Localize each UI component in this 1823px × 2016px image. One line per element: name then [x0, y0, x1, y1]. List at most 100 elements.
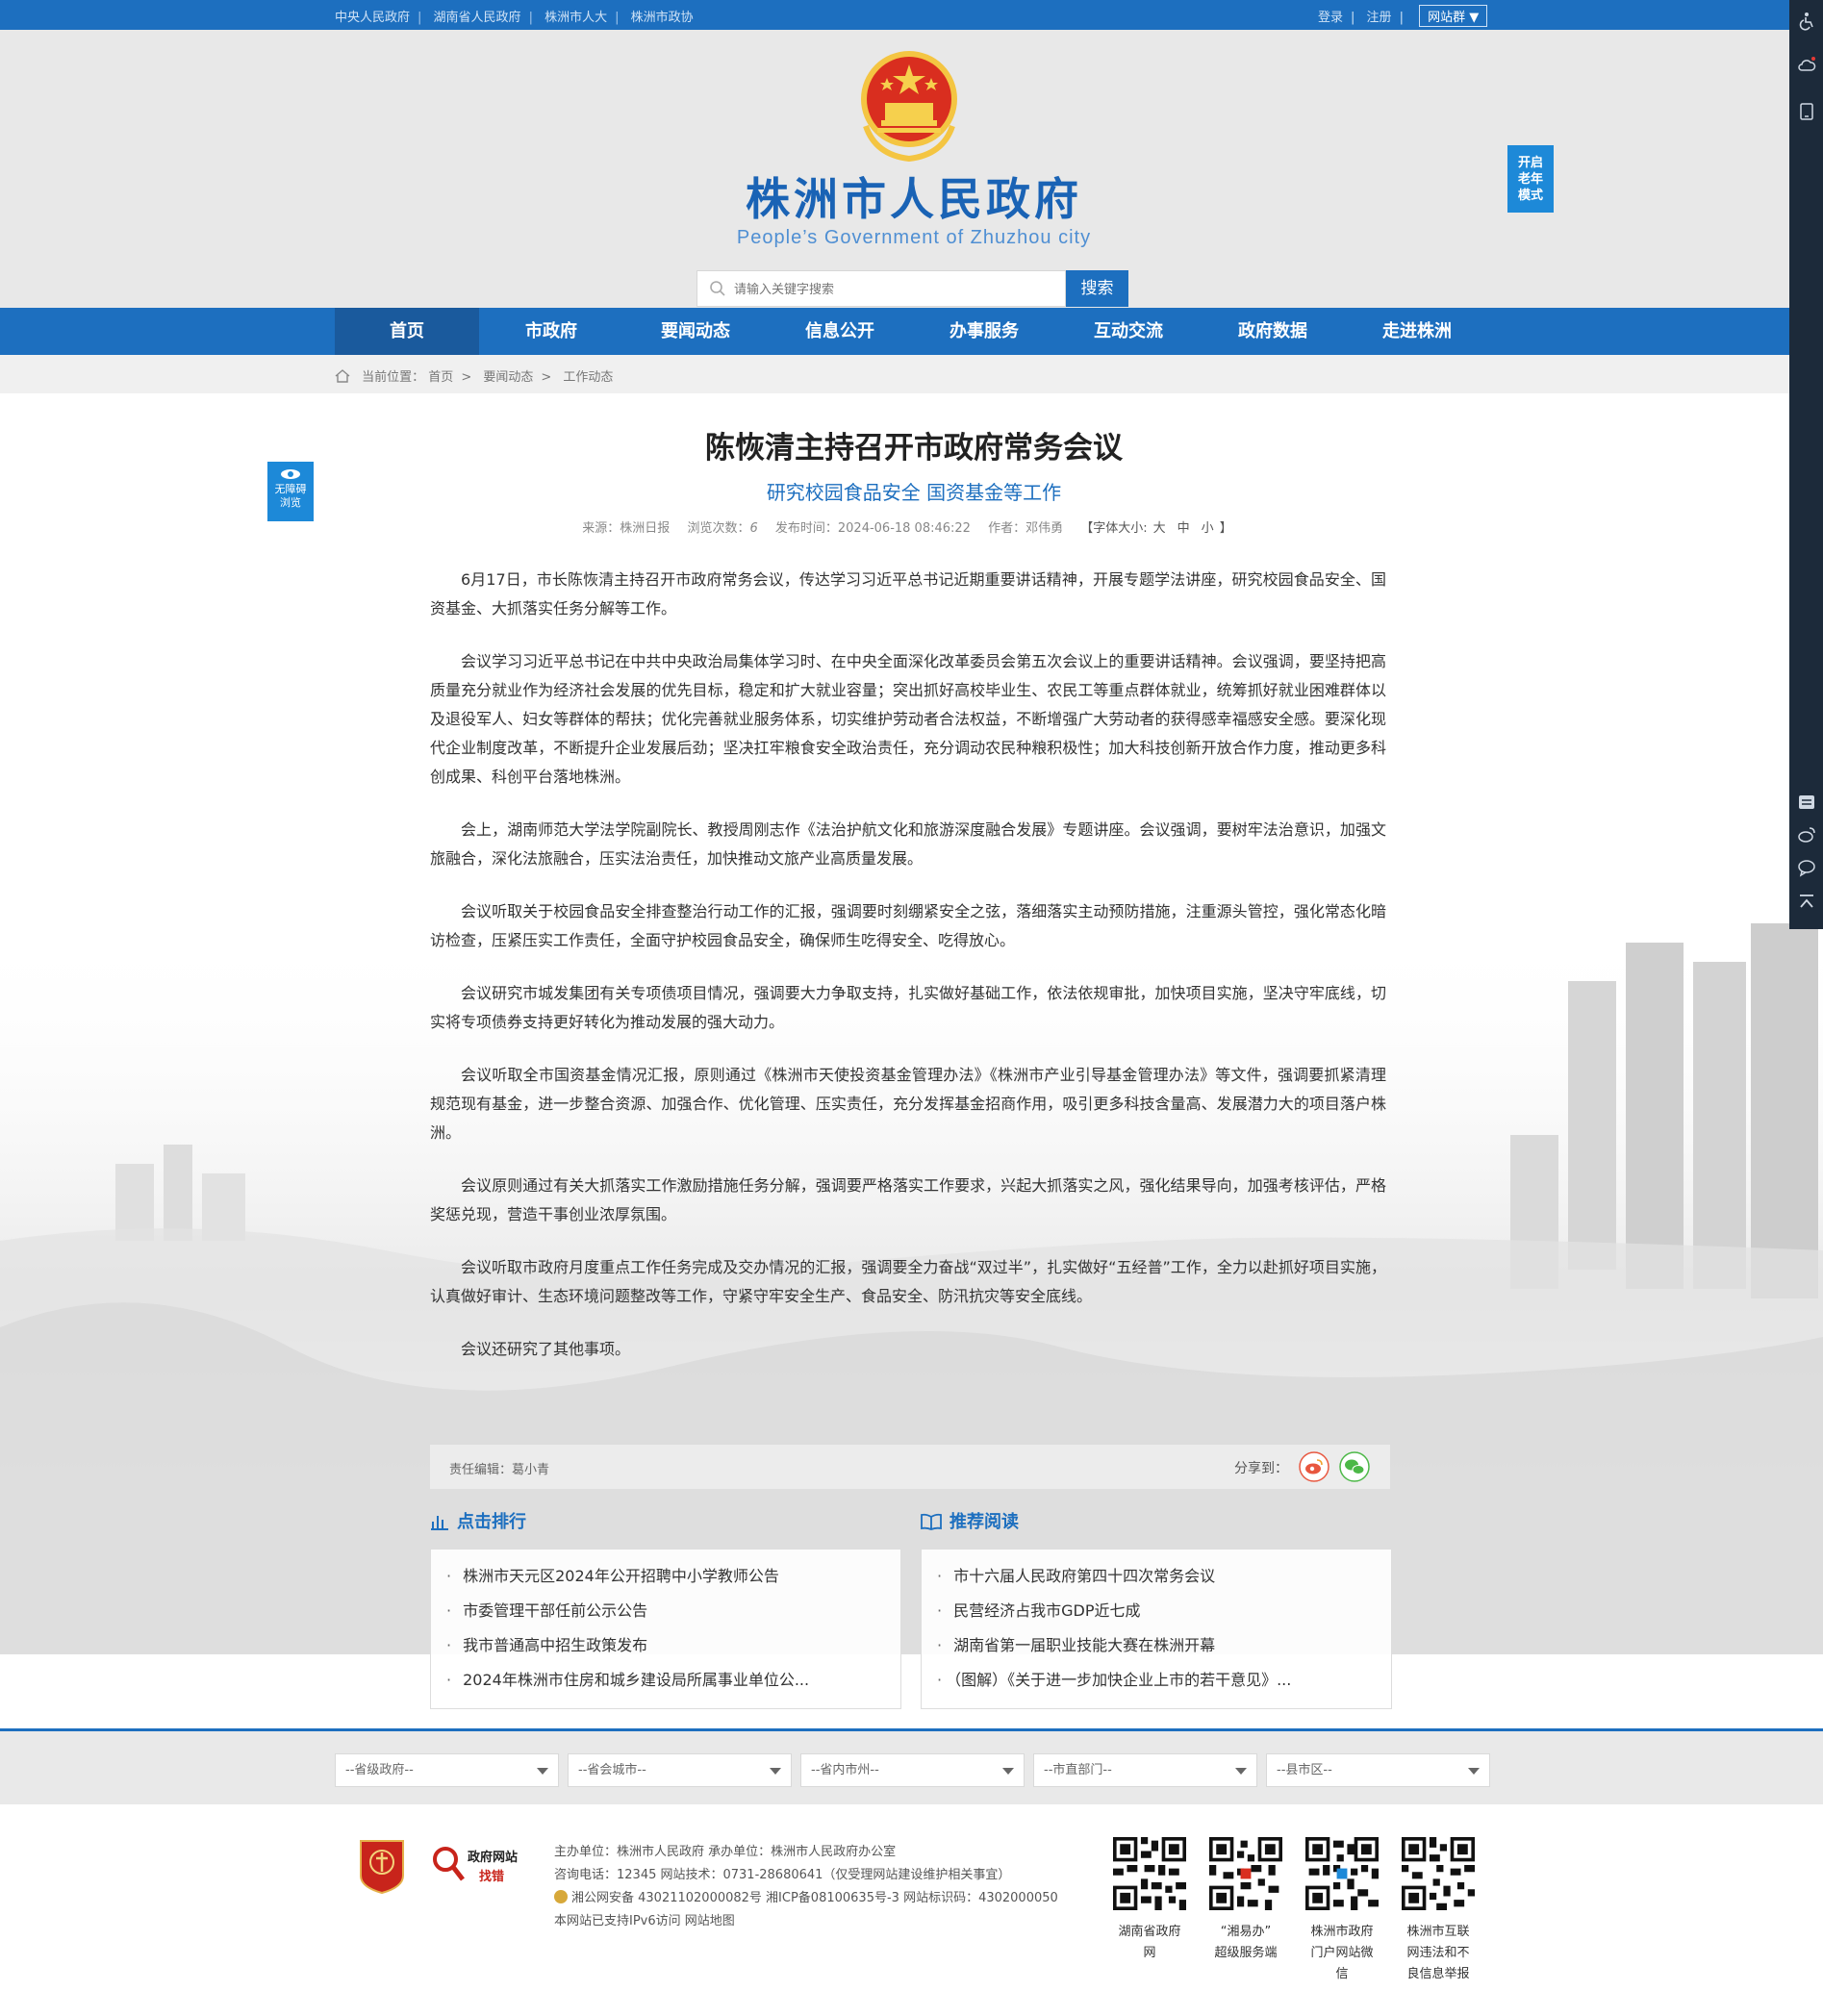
font-size-medium[interactable]: 中 — [1177, 521, 1190, 536]
book-icon — [921, 1513, 942, 1530]
recommended-list: 市十六届人民政府第四十四次常务会议 民营经济占我市GDP近七成 湖南省第一届职业… — [921, 1549, 1392, 1709]
breadcrumb-news[interactable]: 要闻动态 — [483, 370, 533, 385]
bar-chart-icon — [431, 1516, 448, 1530]
qr-caption-line: “湘易办” — [1220, 1925, 1272, 1939]
caret-down-icon — [770, 1768, 781, 1775]
article-paragraph: 会上，湖南师范大学法学院副院长、教授周刚志作《法治护航文化和旅游深度融合发展》专… — [430, 820, 1386, 868]
link-zhuzhou-npc[interactable]: 株洲市人大 — [544, 11, 607, 25]
nav-services[interactable]: 办事服务 — [912, 308, 1056, 355]
qr-caption-line: 网 — [1143, 1946, 1156, 1960]
cloud-icon[interactable] — [1797, 56, 1816, 75]
article-paragraph: 会议研究市城发集团有关专项债项目情况，强调要大力争取支持，扎实做好基础工作，依法… — [430, 984, 1386, 1031]
article-paragraph: 会议听取市政府月度重点工作任务完成及交办情况的汇报，强调要全力奋战“双过半”，扎… — [430, 1258, 1386, 1305]
eye-icon — [281, 469, 300, 479]
qr-caption-line: 网违法和不 — [1406, 1946, 1470, 1960]
tablet-icon[interactable] — [1797, 102, 1816, 121]
article-views: 浏览次数：6 — [687, 521, 757, 536]
article-paragraph: 会议听取关于校园食品安全排查整治行动工作的汇报，强调要时刻绷紧安全之弦，落细落实… — [430, 902, 1386, 949]
caret-down-icon — [1002, 1768, 1014, 1775]
site-group-dropdown[interactable]: 网站群 ▼ — [1419, 5, 1488, 27]
elder-mode-line-3: 模式 — [1517, 189, 1543, 203]
list-item[interactable]: 2024年株洲市住房和城乡建设局所属事业单位公... — [446, 1663, 900, 1698]
footer-registration-text: 湘公网安备 43021102000082号 湘ICP备08100635号-3 网… — [571, 1891, 1058, 1905]
font-size-small[interactable]: 小 — [1202, 521, 1214, 536]
site-title: 株洲市人民政府 — [746, 173, 1082, 225]
search-button[interactable]: 搜索 — [1066, 270, 1128, 307]
news-icon[interactable] — [1797, 793, 1816, 812]
caret-down-icon: ▼ — [1469, 11, 1480, 25]
qr-code-xiangyiban — [1209, 1837, 1282, 1910]
qr-code-hunan-gov — [1113, 1837, 1186, 1910]
qr-caption-line: 株洲市互联 — [1406, 1925, 1470, 1939]
footer-organizer: 主办单位：株洲市人民政府 承办单位：株洲市人民政府办公室 — [554, 1845, 897, 1859]
select-value: --省会城市-- — [578, 1763, 646, 1777]
article-paragraph: 会议听取全市国资基金情况汇报，原则通过《株洲市天使投资基金管理办法》《株洲市产业… — [430, 1066, 1386, 1142]
list-item[interactable]: 湖南省第一届职业技能大赛在株洲开幕 — [937, 1628, 1391, 1663]
wechat-icon[interactable] — [1339, 1451, 1370, 1482]
qr-caption-report-center: 株洲市互联 网违法和不 良信息举报 — [1395, 1922, 1481, 1985]
top-links-bar: 中央人民政府 | 湖南省人民政府 | 株洲市人大 | 株洲市政协 登录 | 注册 | 网站… — [0, 0, 1789, 30]
nav-about-zhuzhou[interactable]: 走进株洲 — [1345, 308, 1489, 355]
select-value: --市直部门-- — [1044, 1763, 1112, 1777]
recommended-title: 推荐阅读 — [921, 1508, 1019, 1533]
magnifier-icon — [433, 1847, 465, 1881]
list-item[interactable]: 市委管理干部任前公示公告 — [446, 1594, 900, 1628]
font-size-controls: 【字体大小: 大中小】 — [1080, 521, 1231, 536]
select-capital-cities[interactable]: --省会城市-- — [568, 1753, 792, 1787]
qr-caption-line: 良信息举报 — [1406, 1967, 1470, 1981]
qr-caption-line: 株洲市政府 — [1310, 1925, 1374, 1939]
account-links: 登录 | 注册 | 网站群 ▼ — [1318, 5, 1488, 27]
select-counties[interactable]: --县市区-- — [1266, 1753, 1490, 1787]
nav-gov-data[interactable]: 政府数据 — [1201, 308, 1345, 355]
qr-code-gov-wechat — [1305, 1837, 1379, 1910]
right-toolbar — [1789, 0, 1823, 929]
back-to-top-icon[interactable] — [1797, 893, 1816, 912]
register-link[interactable]: 注册 — [1367, 11, 1392, 25]
select-province-cities[interactable]: --省内市州-- — [800, 1753, 1025, 1787]
nav-news[interactable]: 要闻动态 — [623, 308, 768, 355]
nav-home[interactable]: 首页 — [335, 308, 479, 355]
link-hunan-gov[interactable]: 湖南省人民政府 — [434, 11, 521, 25]
article-paragraph: 6月17日，市长陈恢清主持召开市政府常务会议，传达学习习近平总书记近期重要讲话精… — [430, 570, 1386, 617]
caret-down-icon — [537, 1768, 548, 1775]
accessibility-button[interactable]: 无障碍 浏览 — [267, 462, 314, 521]
nav-city-gov[interactable]: 市政府 — [479, 308, 623, 355]
party-gov-badge[interactable] — [357, 1837, 407, 1895]
login-link[interactable]: 登录 — [1318, 11, 1343, 25]
weibo-rail-icon[interactable] — [1797, 825, 1816, 844]
qr-caption-line: 超级服务端 — [1214, 1946, 1278, 1960]
footer-info: 主办单位：株洲市人民政府 承办单位：株洲市人民政府办公室 咨询电话：12345 … — [554, 1841, 1058, 1933]
site-footer: 政府网站 找错 主办单位：株洲市人民政府 承办单位：株洲市人民政府办公室 咨询电… — [0, 1804, 1823, 2016]
elder-mode-button[interactable]: 开启 老年 模式 — [1507, 145, 1554, 213]
breadcrumb-prefix: 当前位置： — [362, 370, 425, 385]
gov-site-error-report[interactable]: 政府网站 找错 — [431, 1841, 527, 1891]
police-badge-icon — [554, 1890, 568, 1903]
list-item[interactable]: 民营经济占我市GDP近七成 — [937, 1594, 1391, 1628]
nav-info-public[interactable]: 信息公开 — [768, 308, 912, 355]
article-paragraph: 会议原则通过有关大抓落实工作激励措施任务分解，强调要严格落实工作要求，兴起大抓落… — [430, 1176, 1386, 1223]
select-city-departments[interactable]: --市直部门-- — [1033, 1753, 1257, 1787]
accessibility-line-2: 浏览 — [280, 496, 301, 509]
breadcrumb-bar: 当前位置： 首页 > 要闻动态 > 工作动态 — [0, 355, 1789, 393]
rankings-title: 点击排行 — [430, 1508, 526, 1533]
link-zhuzhou-cppcc[interactable]: 株洲市政协 — [631, 11, 694, 25]
qr-caption-xiangyiban: “湘易办” 超级服务端 — [1203, 1922, 1289, 1964]
chat-icon[interactable] — [1797, 858, 1816, 877]
list-item[interactable]: 市十六届人民政府第四十四次常务会议 — [937, 1559, 1391, 1594]
accessibility-wheelchair-icon[interactable] — [1797, 12, 1816, 31]
list-item[interactable]: 我市普通高中招生政策发布 — [446, 1628, 900, 1663]
nav-interaction[interactable]: 互动交流 — [1056, 308, 1201, 355]
list-item[interactable]: 株洲市天元区2024年公开招聘中小学教师公告 — [446, 1559, 900, 1594]
editor-share-bar: 责任编辑：葛小青 分享到： — [430, 1445, 1390, 1489]
search-input[interactable] — [732, 277, 1053, 302]
breadcrumb-work-news[interactable]: 工作动态 — [563, 370, 613, 385]
breadcrumb-home[interactable]: 首页 — [428, 370, 453, 385]
article-paragraph: 会议还研究了其他事项。 — [461, 1340, 631, 1358]
weibo-icon[interactable] — [1299, 1451, 1329, 1482]
error-report-line-2: 找错 — [479, 1870, 505, 1884]
qr-caption-gov-wechat: 株洲市政府 门户网站微 信 — [1299, 1922, 1385, 1985]
link-central-gov[interactable]: 中央人民政府 — [335, 11, 410, 25]
select-provincial-gov[interactable]: --省级政府-- — [335, 1753, 559, 1787]
list-item[interactable]: （图解）《关于进一步加快企业上市的若干意见》... — [937, 1663, 1391, 1698]
font-size-large[interactable]: 大 — [1153, 521, 1166, 536]
